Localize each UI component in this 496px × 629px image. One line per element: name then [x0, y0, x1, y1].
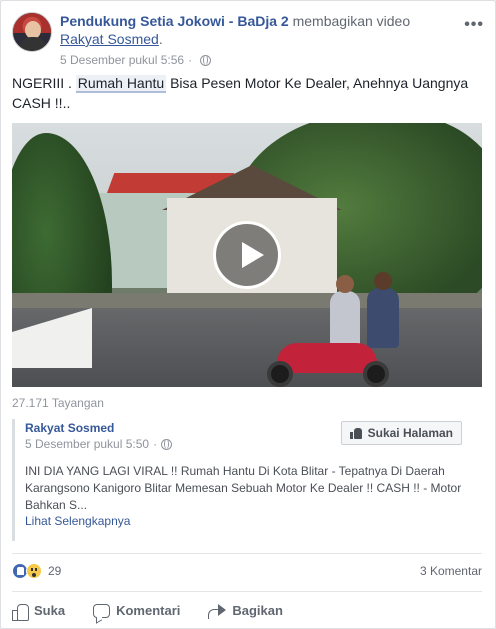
comment-count[interactable]: 3 Komentar: [420, 564, 482, 578]
post-header: Pendukung Setia Jokowi - BaDja 2 membagi…: [12, 12, 484, 67]
source-meta: 5 Desember pukul 5:50 ·: [25, 437, 173, 451]
wow-reaction-icon[interactable]: [26, 562, 42, 579]
like-label: Suka: [34, 603, 66, 618]
source-description: INI DIA YANG LAGI VIRAL !! Rumah Hantu D…: [25, 464, 462, 512]
post-timestamp[interactable]: 5 Desember pukul 5:56: [60, 53, 184, 67]
hashtag-link[interactable]: Rumah Hantu: [75, 75, 167, 93]
source-page-name[interactable]: Rakyat Sosmed: [25, 421, 114, 435]
comment-button[interactable]: Komentari: [93, 603, 180, 618]
author-avatar[interactable]: [12, 12, 52, 52]
share-label: Bagikan: [232, 603, 283, 618]
video-player[interactable]: [12, 123, 482, 387]
like-button[interactable]: Suka: [12, 603, 66, 621]
like-page-label: Sukai Halaman: [367, 426, 453, 440]
more-options-icon[interactable]: •••: [464, 16, 484, 34]
source-attachment: Rakyat Sosmed 5 Desember pukul 5:50 · Su…: [12, 419, 482, 541]
comment-icon: [93, 603, 111, 618]
globe-icon: [161, 438, 173, 450]
action-bar: Suka Komentari Bagikan: [12, 591, 482, 629]
shared-suffix: .: [158, 31, 163, 47]
shared-source-link[interactable]: Rakyat Sosmed: [60, 31, 159, 47]
post-text-prefix: NGERIII .: [12, 75, 76, 91]
share-button[interactable]: Bagikan: [208, 603, 283, 619]
globe-icon: [200, 54, 212, 66]
reactions-bar: 29 3 Komentar: [12, 553, 482, 587]
post-card: Pendukung Setia Jokowi - BaDja 2 membagi…: [0, 0, 496, 629]
share-icon: [208, 603, 227, 619]
like-page-button[interactable]: Sukai Halaman: [340, 421, 462, 445]
post-header-text: Pendukung Setia Jokowi - BaDja 2 membagi…: [60, 12, 450, 48]
see-more-link[interactable]: Lihat Selengkapnya: [25, 514, 130, 528]
post-meta: 5 Desember pukul 5:56 ·: [60, 53, 212, 67]
shared-action: membagikan video: [292, 13, 411, 29]
thumbs-up-icon: [349, 427, 362, 439]
view-count: 27.171 Tayangan: [12, 396, 104, 410]
reaction-count[interactable]: 29: [48, 564, 61, 578]
thumbs-up-icon: [12, 603, 29, 621]
play-icon[interactable]: [213, 221, 281, 289]
comment-label: Komentari: [116, 603, 181, 618]
author-name[interactable]: Pendukung Setia Jokowi - BaDja 2: [60, 13, 289, 29]
source-timestamp[interactable]: 5 Desember pukul 5:50: [25, 437, 149, 451]
post-text: NGERIII . Rumah Hantu Bisa Pesen Motor K…: [12, 73, 482, 113]
